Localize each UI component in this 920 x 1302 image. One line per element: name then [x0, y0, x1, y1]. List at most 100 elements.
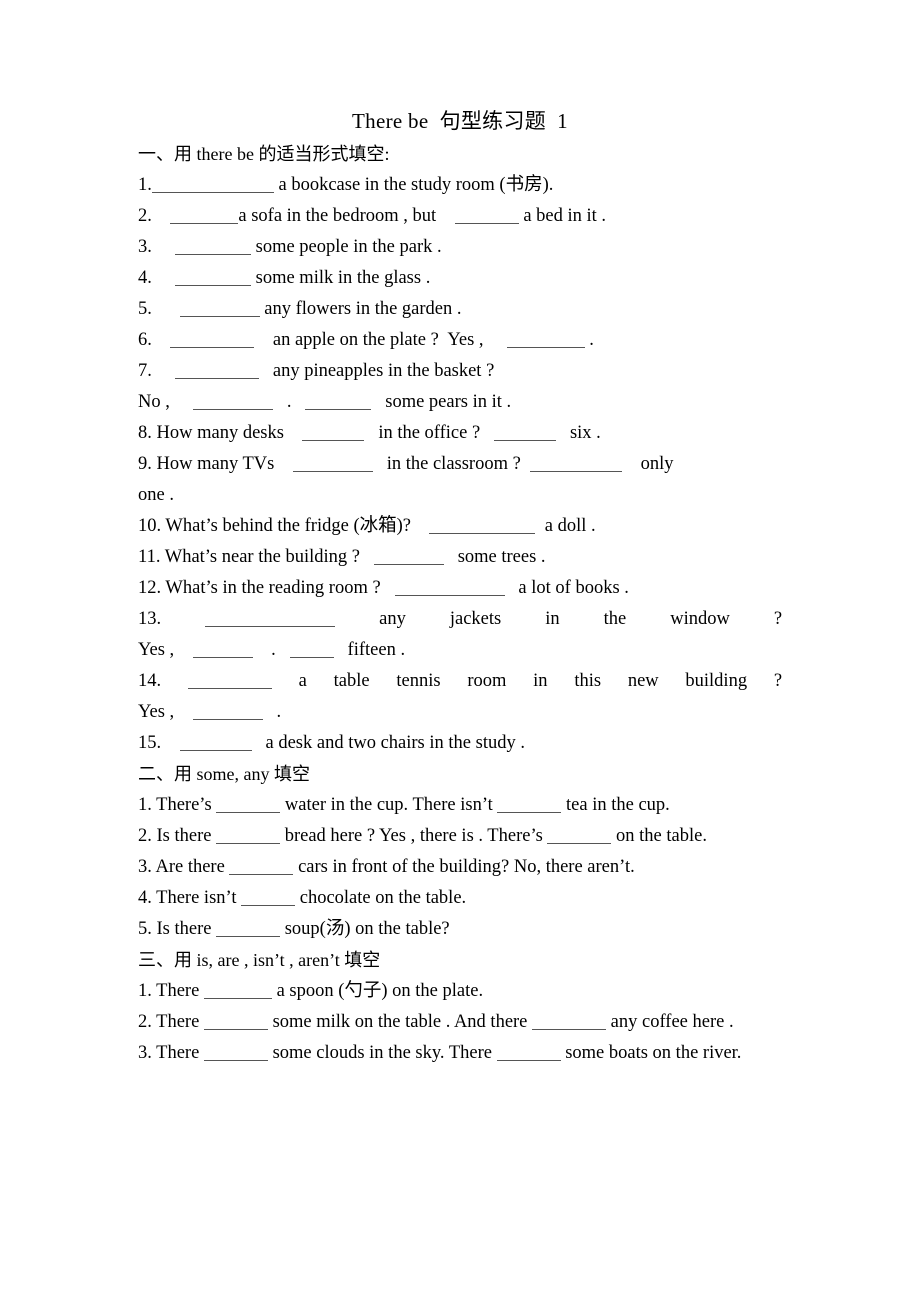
blank-field[interactable]	[229, 860, 294, 875]
answer-punct: .	[286, 392, 292, 412]
document-page: There be 句型练习题 1 一、用 there be 的适当形式填空: 1…	[0, 0, 920, 1302]
question-6: 6. an apple on the plate ? Yes , .	[138, 325, 782, 356]
question-7-answer: No , . some pears in it .	[138, 387, 782, 418]
question-11-text: 11. What’s near the building ?	[138, 547, 360, 567]
s3-question-2: 2. There some milk on the table . And th…	[138, 1007, 782, 1038]
blank-field[interactable]	[203, 984, 272, 999]
blank-field[interactable]	[170, 209, 239, 224]
section-2-heading: 二、用 some, any 填空	[138, 764, 310, 784]
question-13-w3: in	[545, 609, 560, 629]
blank-field[interactable]	[179, 302, 260, 317]
blank-field[interactable]	[151, 178, 274, 193]
blank-field[interactable]	[497, 798, 562, 813]
blank-field[interactable]	[289, 643, 334, 658]
s2-question-2-number: 2. Is there	[138, 826, 212, 846]
blank-field[interactable]	[429, 519, 536, 534]
blank-field[interactable]	[187, 674, 272, 689]
question-13: 13. any jackets in the window ?	[138, 604, 782, 635]
s3-question-2-text-c: here .	[692, 1012, 734, 1032]
blank-field[interactable]	[192, 705, 263, 720]
question-2-number: 2.	[138, 206, 152, 226]
question-7-text: any pineapples in the basket ?	[272, 361, 495, 381]
blank-field[interactable]	[241, 891, 296, 906]
blank-field[interactable]	[170, 333, 255, 348]
section-3-heading: 三、用 is, are , isn’t , aren’t 填空	[138, 950, 381, 970]
blank-field[interactable]	[175, 240, 251, 255]
blank-field[interactable]	[192, 643, 253, 658]
question-9-text-b: only	[640, 454, 674, 474]
question-14-w2: table	[333, 671, 370, 691]
s2-question-2-text: bread here ? Yes , there is . There’s	[284, 826, 543, 846]
question-15-text: a desk and two chairs in the study .	[265, 733, 525, 753]
question-3: 3. some people in the park .	[138, 232, 782, 263]
answer-text: some pears in it .	[385, 392, 512, 412]
question-2-text-b: a bed in it .	[523, 206, 607, 226]
question-9: 9. How many TVs in the classroom ? only	[138, 449, 782, 480]
blank-field[interactable]	[205, 612, 336, 627]
question-10-text-b: a doll .	[544, 516, 596, 536]
answer-punct: .	[276, 702, 282, 722]
s3-question-3-number: 3. There	[138, 1043, 200, 1063]
blank-field[interactable]	[305, 395, 372, 410]
question-8: 8. How many desks in the office ? six .	[138, 418, 782, 449]
question-10-text: 10. What’s behind the fridge (冰箱)?	[138, 516, 411, 536]
blank-field[interactable]	[496, 1046, 561, 1061]
question-4-text: some milk in the glass .	[255, 268, 431, 288]
blank-field[interactable]	[216, 829, 281, 844]
blank-field[interactable]	[302, 426, 365, 441]
question-14-answer: Yes , .	[138, 697, 782, 728]
question-3-text: some people in the park .	[255, 237, 442, 257]
blank-field[interactable]	[179, 736, 252, 751]
question-2: 2. a sofa in the bedroom , but a bed in …	[138, 201, 782, 232]
blank-field[interactable]	[454, 209, 519, 224]
answer-prefix: Yes ,	[138, 702, 175, 722]
question-13-w1: any	[379, 609, 406, 629]
blank-field[interactable]	[203, 1015, 268, 1030]
question-14-w7: new	[627, 671, 659, 691]
question-6-number: 6.	[138, 330, 152, 350]
question-1-text: a bookcase in the study room (书房).	[278, 175, 554, 195]
question-8-text: in the office ?	[378, 423, 481, 443]
question-5: 5. any flowers in the garden .	[138, 294, 782, 325]
document-body: There be 句型练习题 1 一、用 there be 的适当形式填空: 1…	[138, 106, 782, 1069]
answer-punct: .	[271, 640, 276, 660]
s3-question-3-text-b: some boats on the	[565, 1043, 699, 1063]
s3-question-3: 3. There some clouds in the sky. There s…	[138, 1038, 782, 1069]
question-2-text: a sofa in the bedroom , but	[238, 206, 437, 226]
question-9-number: 9. How many TVs	[138, 454, 275, 474]
blank-field[interactable]	[193, 395, 273, 410]
s2-question-1-number: 1. There’s	[138, 795, 212, 815]
s3-question-3-text: some clouds in the sky. There	[272, 1043, 492, 1063]
s3-question-1-number: 1. There	[138, 981, 200, 1001]
s3-question-2-text: some milk on the table . And there	[272, 1012, 528, 1032]
blank-field[interactable]	[530, 457, 623, 472]
s2-question-2: 2. Is there bread here ? Yes , there is …	[138, 821, 782, 852]
blank-field[interactable]	[494, 426, 557, 441]
question-15: 15. a desk and two chairs in the study .	[138, 728, 782, 759]
blank-field[interactable]	[292, 457, 373, 472]
s2-question-2-text-c: table.	[666, 826, 707, 846]
blank-field[interactable]	[216, 798, 281, 813]
blank-field[interactable]	[175, 271, 251, 286]
s2-question-1-text: water in the cup. There isn’t	[284, 795, 493, 815]
question-8-number: 8. How many desks	[138, 423, 284, 443]
question-14: 14. a table tennis room in this new buil…	[138, 666, 782, 697]
s2-question-1-text-b: tea in the cup.	[566, 795, 670, 815]
s3-question-1: 1. There a spoon (勺子) on the plate.	[138, 976, 782, 1007]
blank-field[interactable]	[532, 1015, 607, 1030]
blank-field[interactable]	[216, 922, 281, 937]
question-7: 7. any pineapples in the basket ?	[138, 356, 782, 387]
question-14-w4: room	[467, 671, 507, 691]
question-13-answer: Yes , . fifteen .	[138, 635, 782, 666]
s2-question-4-number: 4. There isn’t	[138, 888, 237, 908]
question-3-number: 3.	[138, 237, 152, 257]
question-7-number: 7.	[138, 361, 152, 381]
s3-question-2-text-b: any coffee	[610, 1012, 688, 1032]
s2-question-4-text: chocolate on the table.	[299, 888, 467, 908]
blank-field[interactable]	[203, 1046, 268, 1061]
blank-field[interactable]	[175, 364, 259, 379]
blank-field[interactable]	[506, 333, 585, 348]
blank-field[interactable]	[394, 581, 505, 596]
blank-field[interactable]	[373, 550, 444, 565]
blank-field[interactable]	[547, 829, 612, 844]
